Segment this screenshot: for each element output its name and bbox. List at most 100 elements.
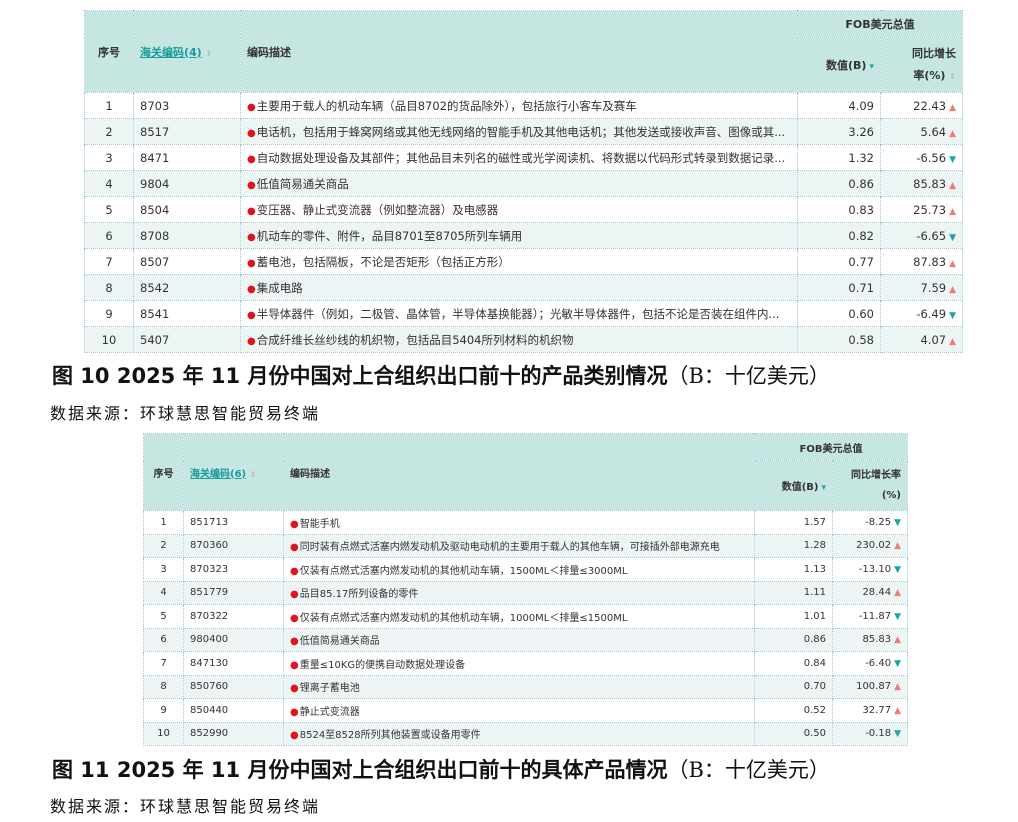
header-value[interactable]: 数值(B) ▾ <box>797 37 881 93</box>
growth-value: 28.44 <box>862 587 892 599</box>
table-row[interactable]: 4 9804 ●低值简易通关商品 0.86 85.83 ▲ <box>84 170 963 197</box>
yoy-growth: 85.83 ▲ <box>832 627 908 652</box>
yoy-growth: 5.64 ▲ <box>880 118 963 145</box>
header-code[interactable]: 海关编码(6) ⇕ <box>183 433 284 511</box>
triangle-up-icon: ▲ <box>949 336 956 347</box>
table-row[interactable]: 6 980400 ●低值简易通关商品 0.86 85.83 ▲ <box>143 627 908 652</box>
table-row[interactable]: 1 851713 ●智能手机 1.57 -8.25 ▼ <box>143 510 908 535</box>
code-description: ●锂离子蓄电池 <box>283 674 755 699</box>
sort-icon[interactable]: ⇕ <box>250 470 257 479</box>
code-description: ●机动车的零件、附件，品目8701至8705所列车辆用 <box>240 222 798 249</box>
table-row[interactable]: 9 8541 ●半导体器件（例如，二极管、晶体管，半导体基换能器）；光敏半导体器件，… <box>84 300 963 327</box>
bullet-icon: ● <box>247 153 256 165</box>
fob-value: 0.77 <box>797 248 881 275</box>
growth-unit: 率(%) <box>913 68 946 82</box>
table-row[interactable]: 10 852990 ●8524至8528所列其他装置或设备用零件 0.50 -0.18 ▼ <box>143 721 908 746</box>
growth-value: 4.07 <box>920 332 947 347</box>
bullet-icon: ● <box>290 589 299 601</box>
sort-desc-icon[interactable]: ▾ <box>869 62 874 72</box>
table-row[interactable]: 6 8708 ●机动车的零件、附件，品目8701至8705所列车辆用 0.82 -6.6… <box>84 222 963 249</box>
table-row[interactable]: 3 870323 ●仅装有点燃式活塞内燃发动机的其他机动车辆，1500ML＜排量≤3… <box>143 557 908 582</box>
bullet-icon: ● <box>290 612 299 624</box>
header-code[interactable]: 海关编码(4) ⇕ <box>133 10 241 93</box>
growth-value: -13.10 <box>858 563 892 575</box>
table-row[interactable]: 2 870360 ●同时装有点燃式活塞内燃发动机及驱动电动机的主要用于载人的其他车辆… <box>143 533 908 558</box>
yoy-growth: 100.87 ▲ <box>832 674 908 699</box>
sort-desc-icon[interactable]: ▾ <box>821 483 826 493</box>
growth-label: 同比增长 <box>912 46 956 60</box>
hs-code: 847130 <box>183 651 284 676</box>
code-description: ●8524至8528所列其他装置或设备用零件 <box>283 721 755 746</box>
sort-code-link[interactable]: 海关编码(6) <box>190 469 246 480</box>
table-row[interactable]: 5 870322 ●仅装有点燃式活塞内燃发动机的其他机动车辆，1000ML＜排量≤1… <box>143 604 908 629</box>
fob-value: 0.83 <box>797 196 881 223</box>
hs-code: 851713 <box>183 510 284 535</box>
code-description: ●品目85.17所列设备的零件 <box>283 580 755 605</box>
header-value[interactable]: 数值(B) ▾ <box>754 460 833 511</box>
row-index: 9 <box>84 300 134 327</box>
triangle-up-icon: ▲ <box>894 588 901 599</box>
hs-code: 8541 <box>133 300 241 327</box>
table-row[interactable]: 2 8517 ●电话机，包括用于蜂窝网络或其他无线网络的智能手机及其他电话机；其他发… <box>84 118 963 145</box>
header-growth[interactable]: 同比增长率(%) ⇕ <box>880 37 963 93</box>
description-text: 重量≤10KG的便携自动数据处理设备 <box>299 659 466 671</box>
fob-value: 1.11 <box>754 580 833 605</box>
header-desc: 编码描述 <box>283 433 755 511</box>
hs-code: 8507 <box>133 248 241 275</box>
sort-icon[interactable]: ⇕ <box>206 49 213 58</box>
header-index: 序号 <box>84 10 134 93</box>
growth-value: 5.64 <box>920 124 947 139</box>
row-index: 2 <box>84 118 134 145</box>
code-description: ●同时装有点燃式活塞内燃发动机及驱动电动机的主要用于载人的其他车辆，可接插外部电… <box>283 533 755 558</box>
fob-value: 1.28 <box>754 533 833 558</box>
growth-value: -8.25 <box>865 516 892 528</box>
yoy-growth: 87.83 ▲ <box>880 248 963 275</box>
table-row[interactable]: 7 847130 ●重量≤10KG的便携自动数据处理设备 0.84 -6.40 ▼ <box>143 651 908 676</box>
sort-value-link[interactable]: 数值(B) <box>782 482 819 493</box>
sort-value-link[interactable]: 数值(B) <box>826 59 866 72</box>
source-note-2: 数据来源：环球慧思智能贸易终端 <box>50 797 321 816</box>
source-note-1: 数据来源：环球慧思智能贸易终端 <box>50 404 321 423</box>
row-index: 1 <box>143 510 184 535</box>
row-index: 9 <box>143 698 184 723</box>
row-index: 7 <box>143 651 184 676</box>
hs-code: 980400 <box>183 627 284 652</box>
code-description: ●蓄电池，包括隔板，不论是否矩形（包括正方形） <box>240 248 798 275</box>
triangle-up-icon: ▲ <box>949 284 956 295</box>
row-index: 10 <box>143 721 184 746</box>
triangle-up-icon: ▲ <box>894 705 901 716</box>
table-row[interactable]: 4 851779 ●品目85.17所列设备的零件 1.11 28.44 ▲ <box>143 580 908 605</box>
hs-code: 870360 <box>183 533 284 558</box>
bullet-icon: ● <box>247 127 256 139</box>
yoy-growth: 230.02 ▲ <box>832 533 908 558</box>
yoy-growth: -13.10 ▼ <box>832 557 908 582</box>
table-row[interactable]: 8 850760 ●锂离子蓄电池 0.70 100.87 ▲ <box>143 674 908 699</box>
growth-value: 230.02 <box>856 540 892 552</box>
triangle-up-icon: ▲ <box>949 180 956 191</box>
table-row[interactable]: 1 8703 ●主要用于载人的机动车辆（品目8702的货品除外），包括旅行小客车及赛… <box>84 92 963 119</box>
row-index: 3 <box>84 144 134 171</box>
table-row[interactable]: 7 8507 ●蓄电池，包括隔板，不论是否矩形（包括正方形） 0.77 87.83 ▲ <box>84 248 963 275</box>
description-text: 智能手机 <box>299 518 340 530</box>
triangle-up-icon: ▲ <box>949 258 956 269</box>
table-row[interactable]: 10 5407 ●合成纤维长丝纱线的机织物，包括品目5404所列材料的机织物 0.58… <box>84 326 963 353</box>
table-row[interactable]: 9 850440 ●静止式变流器 0.52 32.77 ▲ <box>143 698 908 723</box>
code-description: ●主要用于载人的机动车辆（品目8702的货品除外），包括旅行小客车及赛车 <box>240 92 798 119</box>
triangle-up-icon: ▲ <box>894 541 901 552</box>
bullet-icon: ● <box>290 518 299 530</box>
triangle-down-icon: ▼ <box>894 729 901 740</box>
triangle-down-icon: ▼ <box>949 232 956 243</box>
yoy-growth: -6.49 ▼ <box>880 300 963 327</box>
table-row[interactable]: 3 8471 ●自动数据处理设备及其部件；其他品目未列名的磁性或光学阅读机、将数据以… <box>84 144 963 171</box>
triangle-down-icon: ▼ <box>894 658 901 669</box>
sort-code-link[interactable]: 海关编码(4) <box>140 46 202 59</box>
row-index: 3 <box>143 557 184 582</box>
table-row[interactable]: 5 8504 ●变压器、静止式变流器（例如整流器）及电感器 0.83 25.73 ▲ <box>84 196 963 223</box>
hs-code: 870323 <box>183 557 284 582</box>
table-row[interactable]: 8 8542 ●集成电路 0.71 7.59 ▲ <box>84 274 963 301</box>
triangle-up-icon: ▲ <box>949 102 956 113</box>
sort-icon[interactable]: ⇕ <box>949 72 956 81</box>
row-index: 4 <box>84 170 134 197</box>
header-desc: 编码描述 <box>240 10 798 93</box>
yoy-growth: 25.73 ▲ <box>880 196 963 223</box>
